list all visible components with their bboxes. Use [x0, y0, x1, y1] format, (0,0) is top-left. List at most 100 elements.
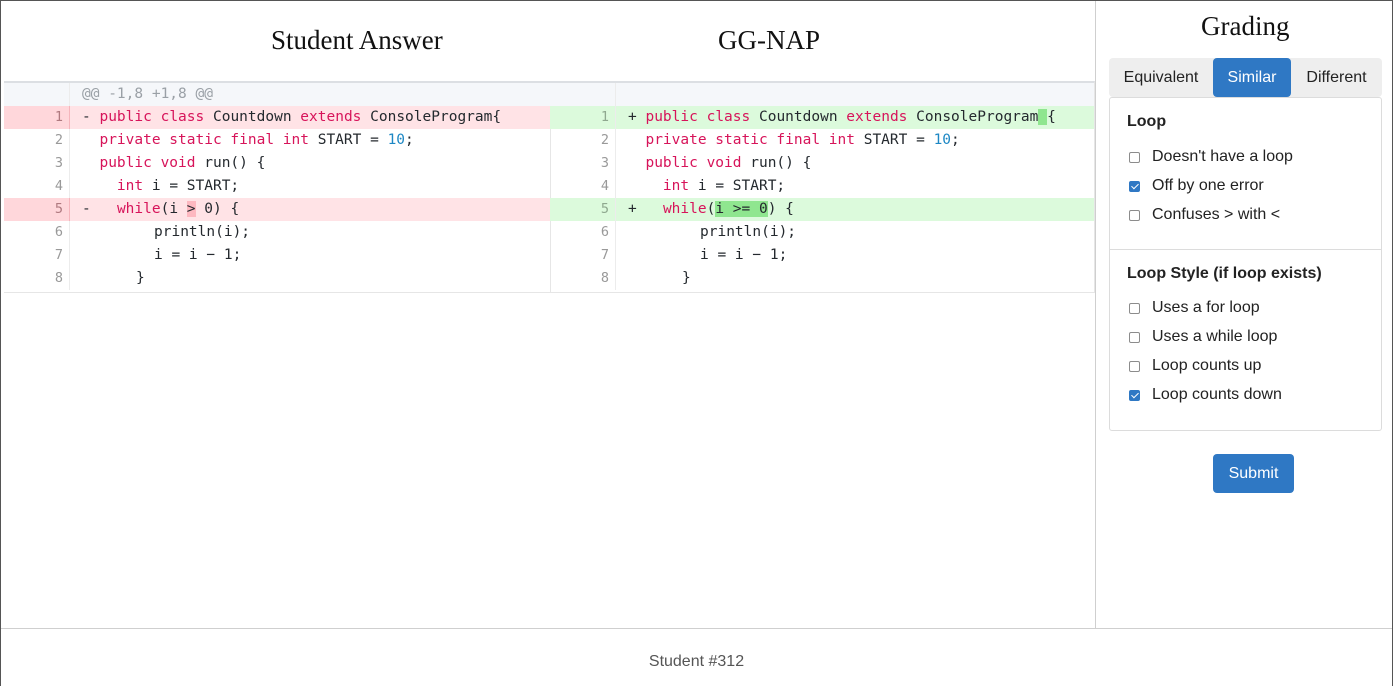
identifier: run() { [750, 155, 812, 171]
grading-title: Grading [1201, 11, 1290, 41]
option-off-by-one[interactable]: Off by one error [1129, 176, 1264, 196]
code-line: int i = START; [628, 175, 785, 198]
code-line: - public class Countdown extends Console… [82, 106, 501, 129]
code-row: 2 private static final int START = 10; [4, 129, 550, 152]
code-line: + public class Countdown extends Console… [628, 106, 1056, 129]
code-line: public void run() { [82, 152, 265, 175]
checkbox-checked[interactable] [1129, 180, 1140, 192]
hunk-header: @@ -1,8 +1,8 @@ [82, 86, 213, 102]
identifier: run() { [204, 155, 266, 171]
student-id-label: Student #312 [648, 653, 745, 670]
line-number: 4 [550, 175, 616, 198]
gg-nap-pane: 1 + public class Countdown extends Conso… [550, 81, 1095, 293]
code-row: 8 } [4, 267, 550, 290]
option-label: Off by one error [1152, 177, 1264, 194]
changed-token: > [186, 201, 196, 217]
tab-similar[interactable]: Similar [1213, 58, 1291, 97]
changed-token: i >= 0 [715, 201, 768, 217]
keyword: class [706, 109, 751, 125]
identifier: Countdown [758, 109, 838, 125]
identifier: i = START; [151, 178, 240, 194]
option-label: Uses a while loop [1152, 328, 1278, 345]
code-line: println(i); [154, 224, 251, 240]
added-line: 5 + while(i >= 0) { [550, 198, 1094, 221]
line-number: 1 [4, 106, 70, 129]
code-row: 4 int i = START; [550, 175, 1094, 198]
option-confuses-operators[interactable]: Confuses > with < [1129, 205, 1280, 225]
option-label: Doesn't have a loop [1152, 148, 1293, 165]
student-answer-pane: @@ -1,8 +1,8 @@ 1 - public class Countdo… [4, 81, 551, 293]
code-line: } [682, 270, 691, 286]
code-line: int i = START; [82, 175, 239, 198]
keyword: private static final int [99, 132, 309, 148]
line-gutter [4, 83, 70, 106]
identifier: i = START; [697, 178, 786, 194]
code-line: i = i − 1; [154, 247, 242, 263]
option-counts-down[interactable]: Loop counts down [1129, 385, 1282, 405]
tab-different[interactable]: Different [1291, 58, 1382, 97]
keyword: while [116, 201, 161, 217]
section-divider [1110, 249, 1381, 250]
identifier: ) { [767, 201, 794, 217]
code-row: 6 println(i); [550, 221, 1094, 244]
identifier: START = [317, 132, 379, 148]
diff-marker: - [82, 109, 91, 125]
line-number: 3 [550, 152, 616, 175]
option-counts-up[interactable]: Loop counts up [1129, 356, 1261, 376]
line-number: 5 [550, 198, 616, 221]
checkbox[interactable] [1129, 151, 1140, 163]
option-label: Loop counts up [1152, 357, 1262, 374]
number-literal: 10 [387, 132, 406, 148]
gg-nap-title: GG-NAP [718, 25, 821, 55]
line-number: 6 [4, 221, 70, 244]
keyword: while [662, 201, 707, 217]
diff-marker: + [628, 109, 637, 125]
deleted-line: 1 - public class Countdown extends Conso… [4, 106, 550, 129]
line-number: 6 [550, 221, 616, 244]
checkbox[interactable] [1129, 302, 1140, 314]
identifier: Countdown [212, 109, 292, 125]
keyword: class [160, 109, 205, 125]
code-row: 8 } [550, 267, 1094, 290]
punctuation: { [1047, 109, 1056, 125]
added-line: 1 + public class Countdown extends Conso… [550, 106, 1094, 129]
tab-equivalent[interactable]: Equivalent [1109, 58, 1213, 97]
code-row: 6 println(i); [4, 221, 550, 244]
line-number: 2 [4, 129, 70, 152]
hunk-header-row: @@ -1,8 +1,8 @@ [4, 83, 550, 106]
code-line: } [136, 270, 145, 286]
hunk-header-row [550, 83, 1094, 106]
option-for-loop[interactable]: Uses a for loop [1129, 298, 1260, 318]
submit-button[interactable]: Submit [1213, 454, 1294, 493]
code-row: 3 public void run() { [4, 152, 550, 175]
grading-sidebar: Grading Equivalent Similar Different Loo… [1095, 1, 1392, 628]
changed-token [1038, 109, 1048, 125]
line-number: 7 [4, 244, 70, 267]
checkbox[interactable] [1129, 209, 1140, 221]
option-label: Loop counts down [1152, 386, 1282, 403]
line-number: 3 [4, 152, 70, 175]
checkbox[interactable] [1129, 360, 1140, 372]
keyword: int [116, 178, 144, 194]
checkbox-checked[interactable] [1129, 389, 1140, 401]
option-no-loop[interactable]: Doesn't have a loop [1129, 147, 1293, 167]
identifier: START = [863, 132, 925, 148]
punctuation: ; [405, 132, 414, 148]
line-number: 8 [550, 267, 616, 290]
option-while-loop[interactable]: Uses a while loop [1129, 327, 1277, 347]
line-number: 4 [4, 175, 70, 198]
line-gutter [550, 83, 616, 106]
keyword: extends [846, 109, 908, 125]
code-row: 7 i = i − 1; [4, 244, 550, 267]
number-literal: 10 [933, 132, 952, 148]
line-number: 8 [4, 267, 70, 290]
code-line: i = i − 1; [700, 247, 788, 263]
code-line: + while(i >= 0) { [628, 198, 794, 221]
checkbox[interactable] [1129, 331, 1140, 343]
student-answer-title: Student Answer [271, 25, 443, 55]
deleted-line: 5 - while(i > 0) { [4, 198, 550, 221]
code-line: println(i); [700, 224, 797, 240]
identifier: ConsoleProgram{ [370, 109, 502, 125]
code-row: 2 private static final int START = 10; [550, 129, 1094, 152]
diff-marker: - [82, 201, 91, 217]
